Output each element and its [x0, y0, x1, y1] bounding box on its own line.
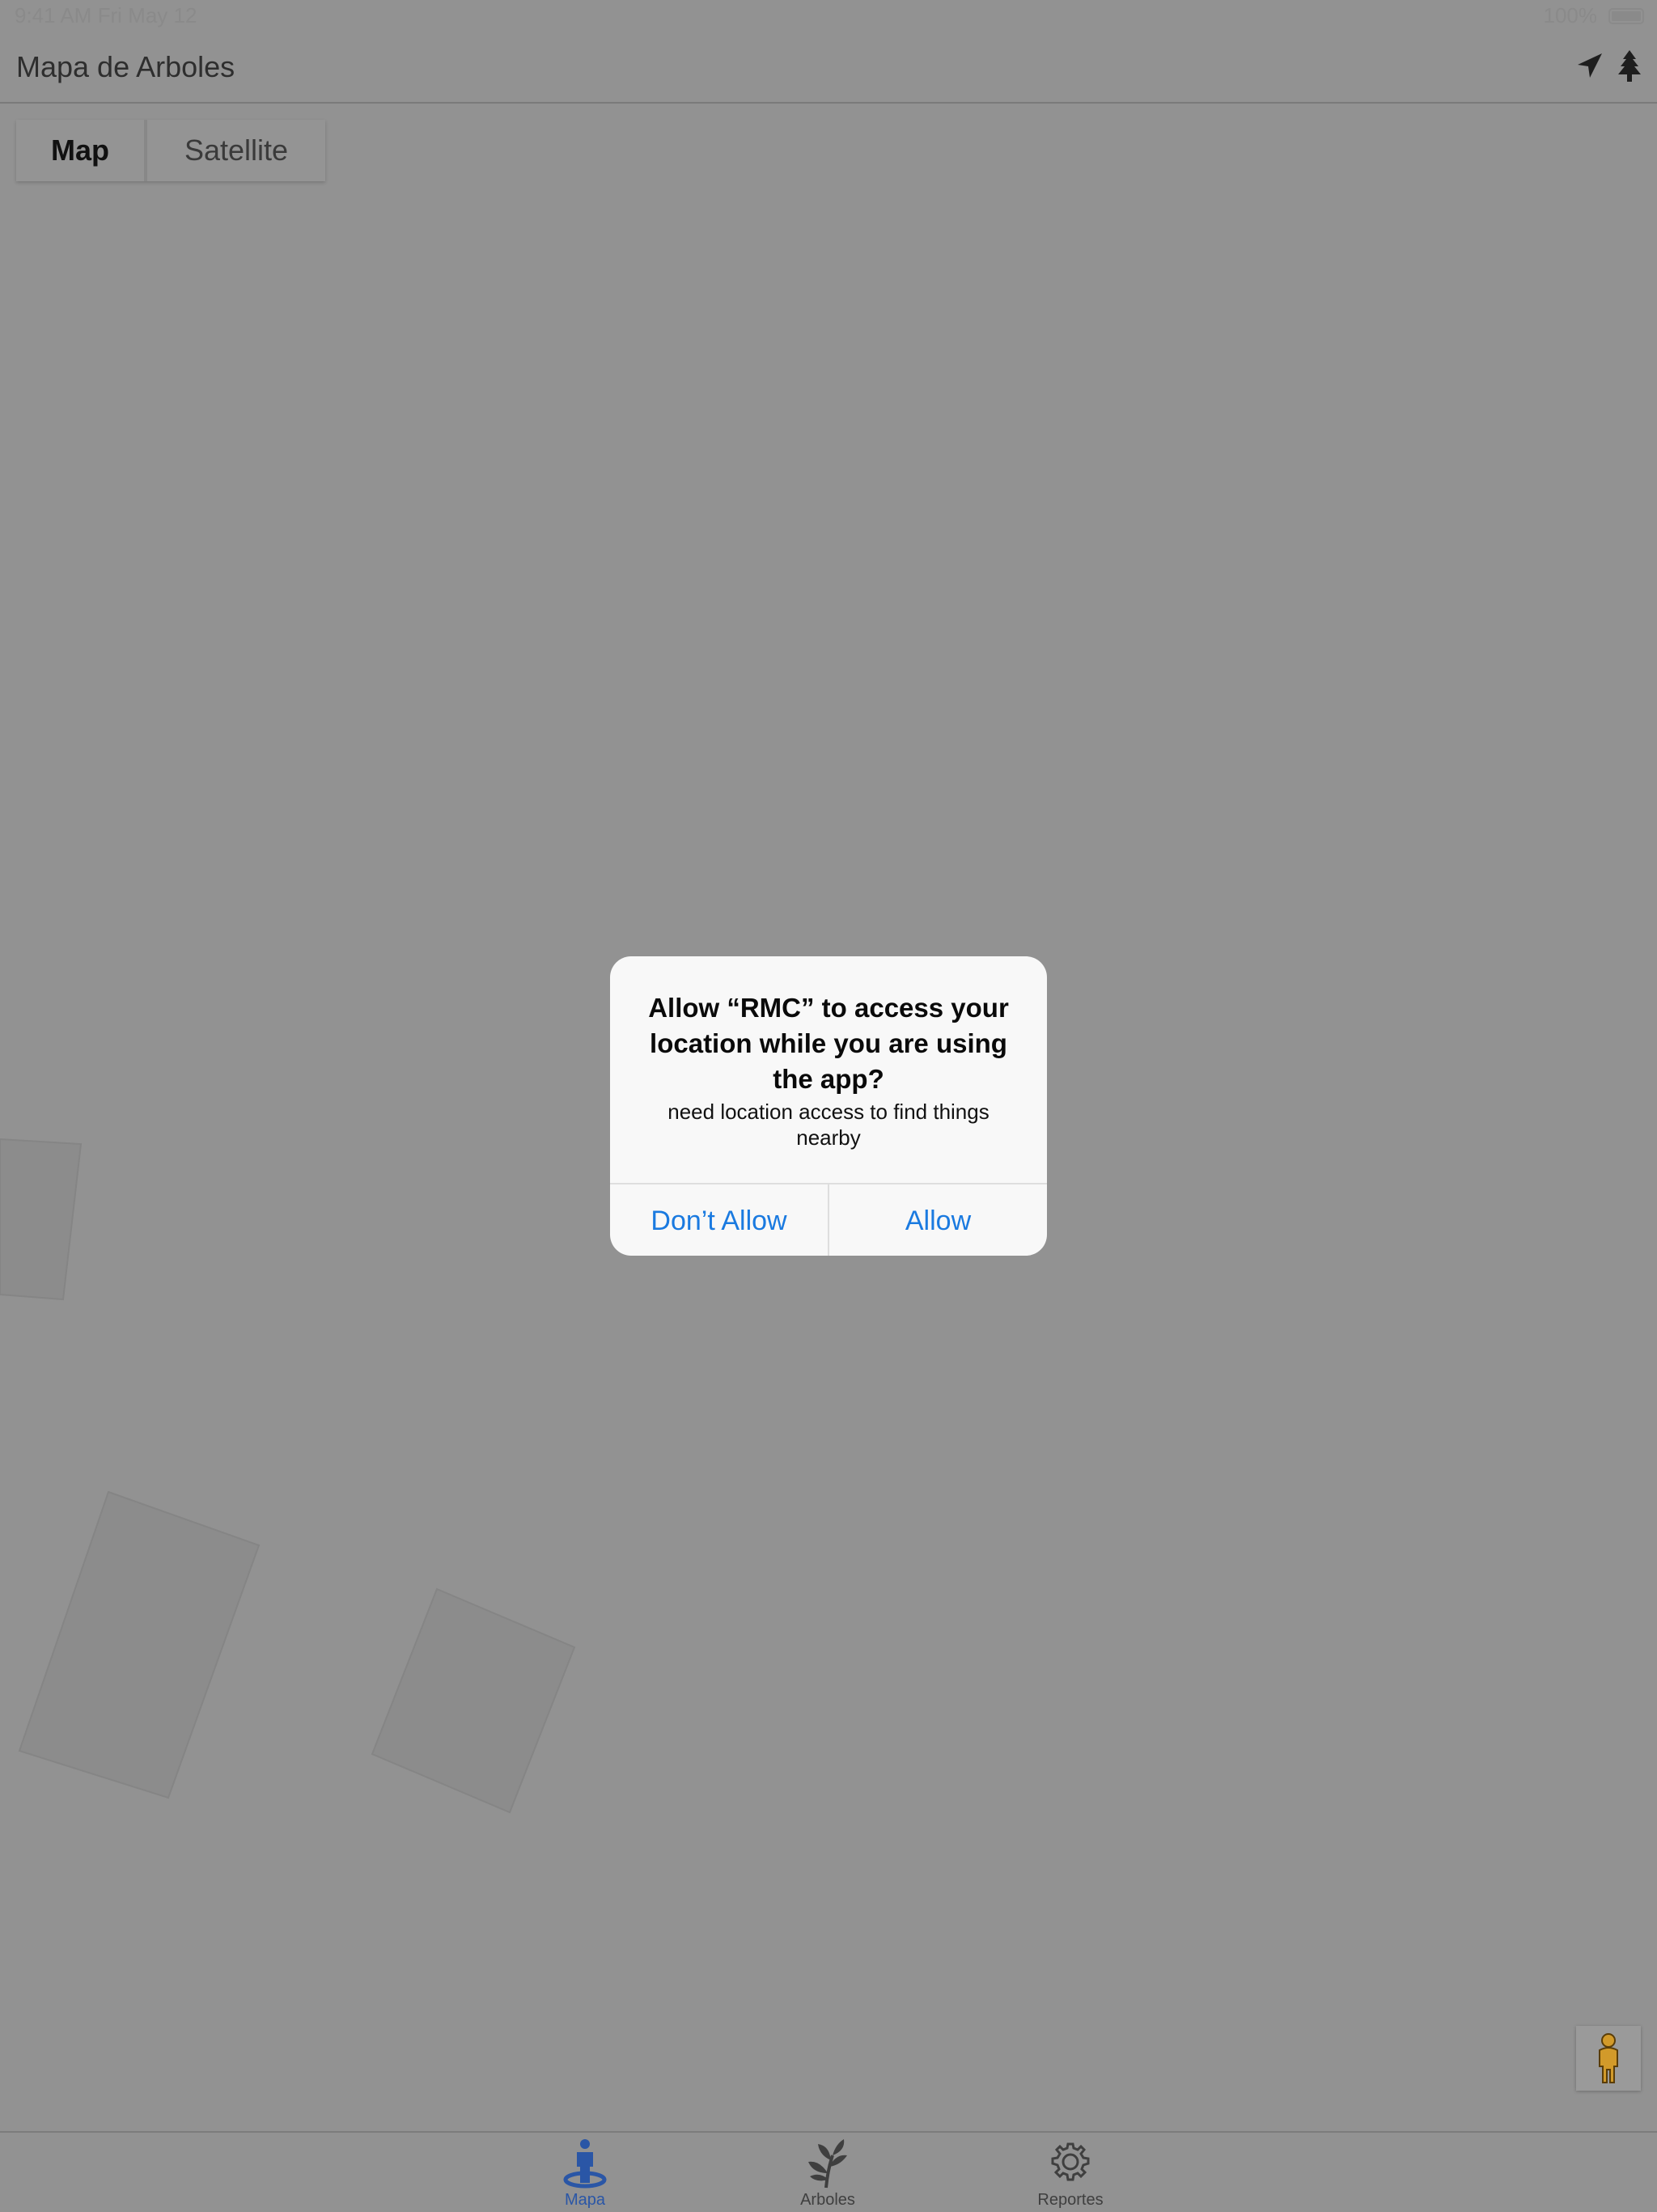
- map-type-control: Map Satellite: [16, 120, 325, 181]
- tree-icon[interactable]: [1613, 49, 1646, 84]
- nav-actions: [1573, 49, 1646, 84]
- pegman-button[interactable]: [1576, 2026, 1641, 2091]
- status-indicators: 100%: [1543, 3, 1644, 28]
- tab-label: Mapa: [564, 2191, 606, 2209]
- status-bar: 9:41 AM Fri May 12 100%: [0, 0, 1657, 32]
- map-type-satellite-button[interactable]: Satellite: [147, 120, 325, 181]
- map-type-map-button[interactable]: Map: [16, 120, 147, 181]
- allow-button[interactable]: Allow: [829, 1184, 1047, 1256]
- page-title: Mapa de Arboles: [16, 50, 235, 83]
- building-shape: [18, 1490, 261, 1799]
- building-shape: [371, 1587, 576, 1814]
- building-shape: [0, 1138, 83, 1301]
- tab-arboles[interactable]: Arboles: [763, 2133, 892, 2212]
- alert-button-row: Don’t Allow Allow: [610, 1183, 1047, 1256]
- alert-title: Allow “RMC” to access your location whil…: [648, 993, 1009, 1094]
- battery-percent: 100%: [1543, 3, 1598, 28]
- pegman-icon: [1599, 2033, 1618, 2083]
- location-arrow-icon[interactable]: [1573, 49, 1605, 84]
- navigation-bar: Mapa de Arboles: [0, 32, 1657, 104]
- tab-label: Arboles: [800, 2191, 855, 2209]
- gear-icon: [1051, 2142, 1090, 2181]
- status-time: 9:41 AM Fri May 12: [15, 3, 197, 28]
- tab-reportes[interactable]: Reportes: [1006, 2133, 1135, 2212]
- person-location-icon: [563, 2139, 607, 2189]
- location-permission-alert: Allow “RMC” to access your location whil…: [610, 956, 1047, 1256]
- dont-allow-button[interactable]: Don’t Allow: [610, 1184, 829, 1256]
- tab-bar: Mapa Arboles Reportes: [0, 2131, 1657, 2212]
- alert-message: need location access to find things near…: [667, 1100, 990, 1150]
- plant-icon: [808, 2139, 847, 2189]
- tab-mapa[interactable]: Mapa: [520, 2133, 650, 2212]
- tab-label: Reportes: [1037, 2191, 1104, 2209]
- battery-icon: [1608, 7, 1644, 24]
